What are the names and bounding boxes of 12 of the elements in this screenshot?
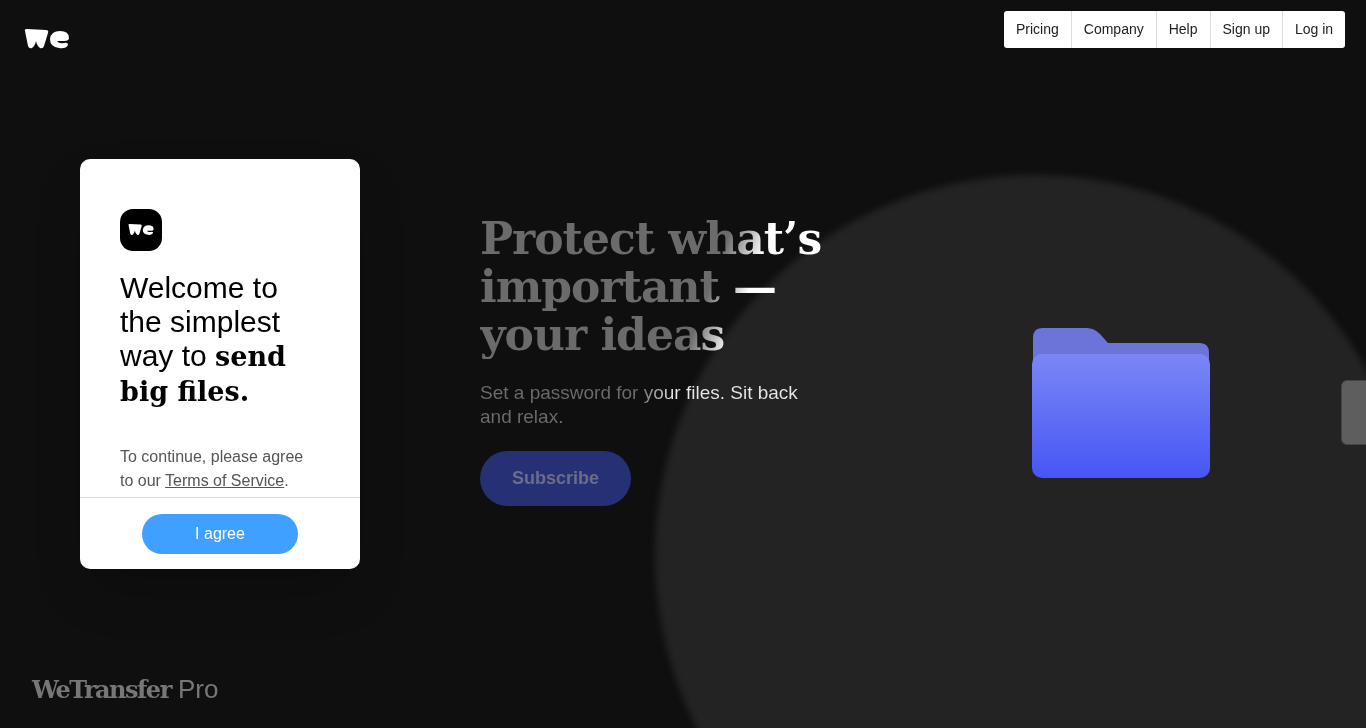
brand-wordmark: WeTransfer Pro: [32, 673, 219, 706]
nav-link[interactable]: Sign up: [1209, 11, 1282, 48]
logo-icon[interactable]: [24, 29, 69, 49]
terms-link[interactable]: Terms of Service: [165, 472, 285, 489]
nav-link[interactable]: Log in: [1282, 11, 1346, 48]
nav-link[interactable]: Pricing: [1004, 11, 1071, 48]
nav-link[interactable]: Company: [1070, 11, 1156, 48]
folder-icon: [1032, 328, 1210, 478]
agreement-text: To continue, please agree to our Terms of Service.: [120, 447, 305, 491]
nav-link[interactable]: Help: [1155, 11, 1210, 48]
logo-icon: [120, 209, 162, 251]
dialog-heading: Welcome to the simplest way to send big files.: [120, 271, 287, 409]
